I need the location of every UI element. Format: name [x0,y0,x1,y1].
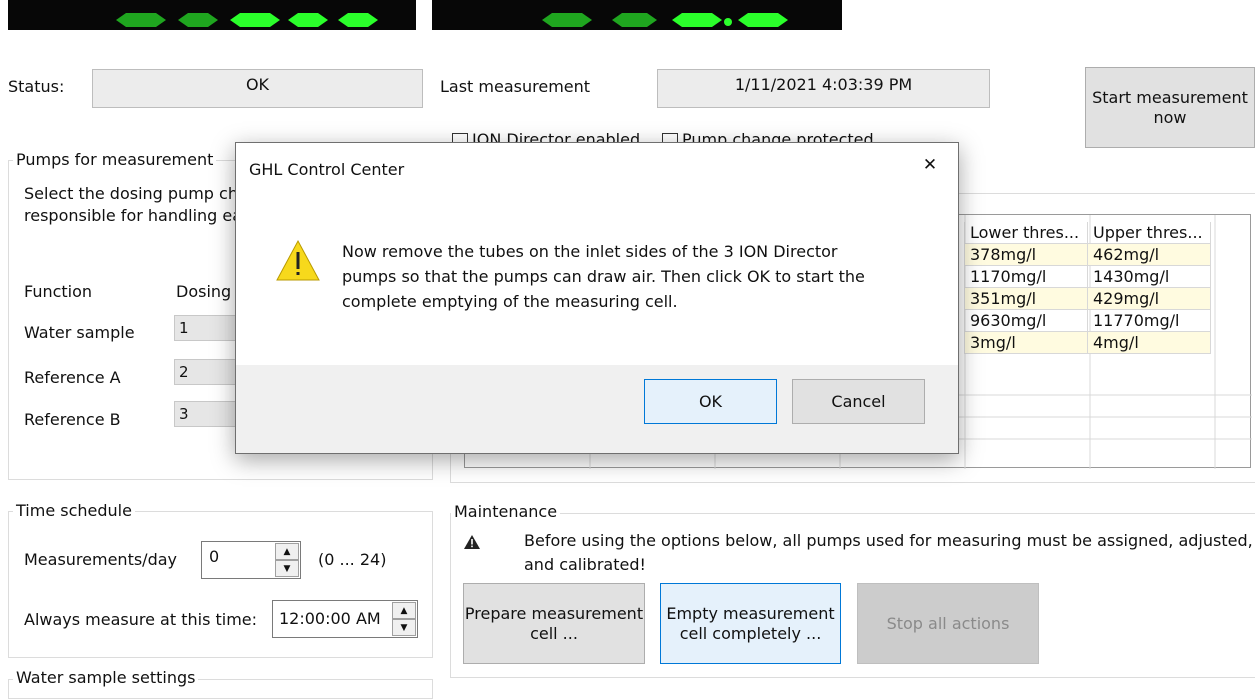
pumps-group-title: Pumps for measurement [13,150,217,169]
start-measurement-button[interactable]: Start measurement now [1085,67,1255,148]
maintenance-title: Maintenance [451,502,561,521]
upper-threshold-cell: 4mg/l [1087,331,1211,354]
warning-icon [463,534,481,554]
water-sample-settings-title: Water sample settings [13,668,199,687]
prepare-button-line1: Prepare measurement [464,603,644,623]
stepper-up-icon[interactable]: ▲ [275,543,299,560]
dialog-cancel-button[interactable]: Cancel [792,379,925,424]
confirmation-dialog: GHL Control Center ✕ Now remove the tube… [235,142,959,454]
header-upper-threshold[interactable]: Upper thres... [1087,222,1211,244]
table-row[interactable]: 351mg/l 429mg/l [964,287,1211,310]
warning-triangle-icon [464,535,480,549]
dialog-message-line1: Now remove the tubes on the inlet sides … [342,242,838,261]
pumps-col-function: Function [24,282,93,301]
stepper-buttons: ▲ ▼ [275,543,299,577]
pump-row-label: Reference B [24,410,121,429]
thresholds-table: Lower thres... Upper thres... 378mg/l 46… [964,222,1211,354]
always-measure-label: Always measure at this time: [24,610,258,629]
dialog-close-icon[interactable]: ✕ [916,155,944,179]
lower-threshold-cell: 351mg/l [964,287,1088,310]
status-field: OK [92,69,423,108]
dialog-title: GHL Control Center [249,160,405,179]
table-row[interactable]: 378mg/l 462mg/l [964,243,1211,266]
stepper-down-icon[interactable]: ▼ [275,560,299,577]
measurements-per-day-stepper[interactable]: 0 ▲ ▼ [201,541,301,579]
led-display-left [8,0,416,30]
led-segments-right [542,13,788,27]
prepare-measurement-cell-button[interactable]: Prepare measurement cell ... [463,583,645,664]
upper-threshold-cell: 429mg/l [1087,287,1211,310]
stop-all-actions-button[interactable]: Stop all actions [857,583,1039,664]
table-row[interactable]: 1170mg/l 1430mg/l [964,265,1211,288]
status-label: Status: [8,77,65,96]
measurements-range: (0 ... 24) [318,550,387,569]
empty-measurement-cell-button[interactable]: Empty measurement cell completely ... [660,583,841,664]
pump-row-label: Water sample [24,323,135,342]
dialog-message-line2: pumps so that the pumps can draw air. Th… [342,267,865,286]
maintenance-warning-line2: and calibrated! [524,555,646,574]
upper-threshold-cell: 462mg/l [1087,243,1211,266]
dialog-footer: OK Cancel [236,365,958,453]
pumps-description-line2: responsible for handling ea [24,206,243,225]
pump-select-reference-b[interactable]: 3 [174,401,244,427]
start-measurement-line2: now [1153,107,1187,127]
pumps-description-line1: Select the dosing pump ch [24,184,238,203]
prepare-button-line2: cell ... [530,623,578,643]
empty-button-line2: cell completely ... [679,623,822,643]
table-header-row: Lower thres... Upper thres... [964,222,1211,244]
upper-threshold-cell: 11770mg/l [1087,309,1211,332]
table-row[interactable]: 3mg/l 4mg/l [964,331,1211,354]
upper-threshold-cell: 1430mg/l [1087,265,1211,288]
stepper-buttons: ▲ ▼ [392,602,416,636]
stepper-up-icon[interactable]: ▲ [392,602,416,619]
lower-threshold-cell: 9630mg/l [964,309,1088,332]
warning-icon [276,239,320,281]
pump-select-water-sample[interactable]: 1 [174,315,244,341]
lower-threshold-cell: 3mg/l [964,331,1088,354]
measurements-per-day-label: Measurements/day [24,550,177,569]
dialog-ok-button[interactable]: OK [644,379,777,424]
always-measure-time-value: 12:00:00 AM [279,609,381,628]
maintenance-warning-line1: Before using the options below, all pump… [524,531,1253,550]
table-row[interactable]: 9630mg/l 11770mg/l [964,309,1211,332]
pumps-col-dosing: Dosing [176,282,232,301]
dialog-warning-icon [275,239,321,287]
last-measurement-field: 1/11/2021 4:03:39 PM [657,69,990,108]
last-measurement-label: Last measurement [440,77,591,96]
dialog-message: Now remove the tubes on the inlet sides … [342,239,865,314]
dialog-message-line3: complete emptying of the measuring cell. [342,292,678,311]
led-display-right [432,0,842,30]
pump-row-label: Reference A [24,368,121,387]
pump-select-reference-a[interactable]: 2 [174,359,244,385]
lower-threshold-cell: 1170mg/l [964,265,1088,288]
always-measure-time-input[interactable]: 12:00:00 AM ▲ ▼ [272,600,418,638]
time-schedule-title: Time schedule [13,501,135,520]
measurements-per-day-value: 0 [209,547,220,566]
stepper-down-icon[interactable]: ▼ [392,619,416,636]
start-measurement-line1: Start measurement [1092,87,1248,107]
checkbox-ion-director-label: ION Director enabled [472,130,641,142]
checkbox-pump-change-label: Pump change protected [682,130,874,142]
lower-threshold-cell: 378mg/l [964,243,1088,266]
empty-button-line1: Empty measurement [666,603,835,623]
led-segments-left [116,13,378,27]
header-lower-threshold[interactable]: Lower thres... [964,222,1088,244]
